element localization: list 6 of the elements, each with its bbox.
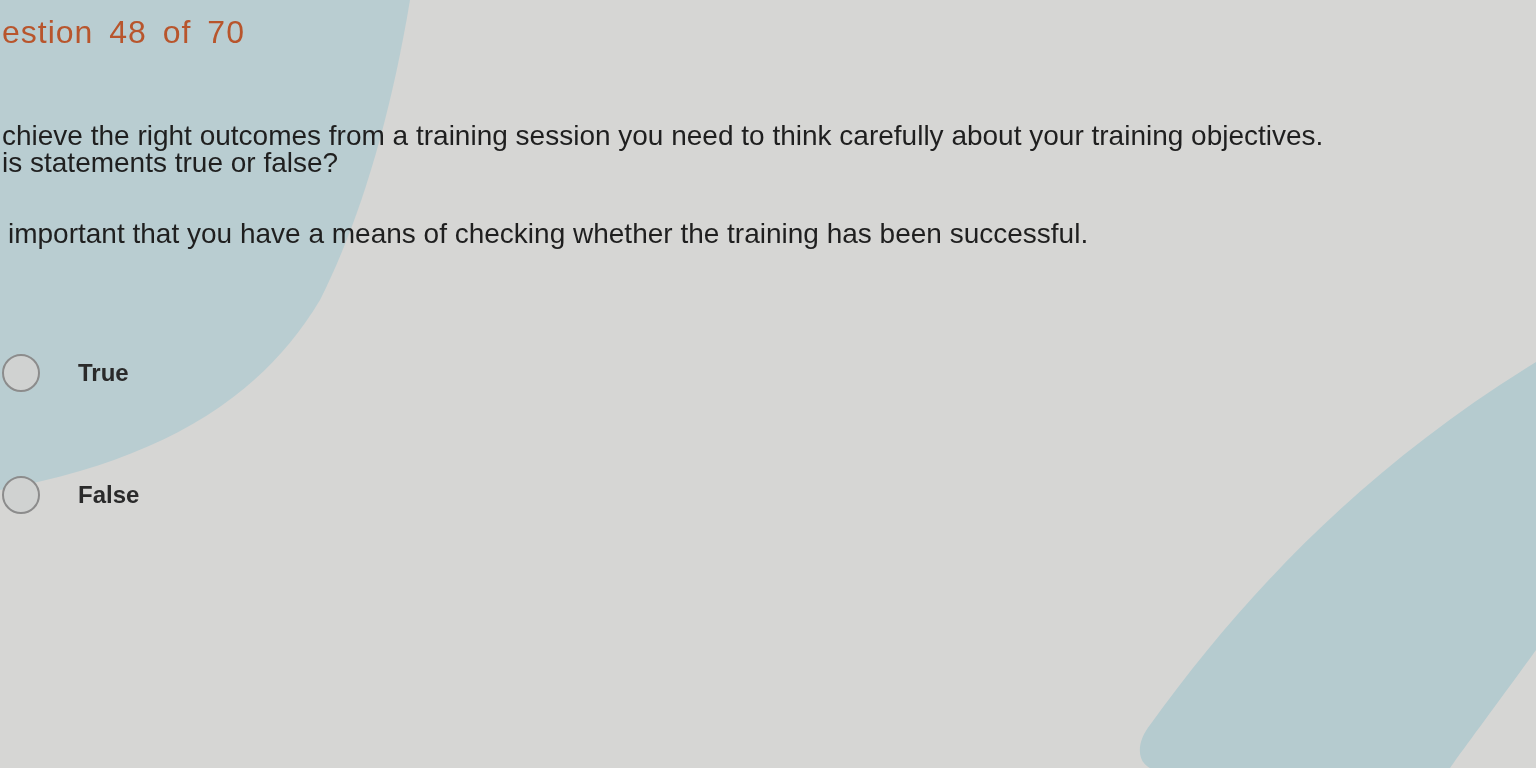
statement-text: important that you have a means of checking whether the training has been successful. [7,218,1089,250]
option-label[interactable]: False [78,481,140,509]
option-label[interactable]: True [78,359,129,387]
question-counter: estion 48 of 70 [2,14,245,50]
radio-button[interactable] [2,476,40,514]
question-text: chieve the right outcomes from a training session you need to think carefully about your training objectives. [2,122,1324,149]
